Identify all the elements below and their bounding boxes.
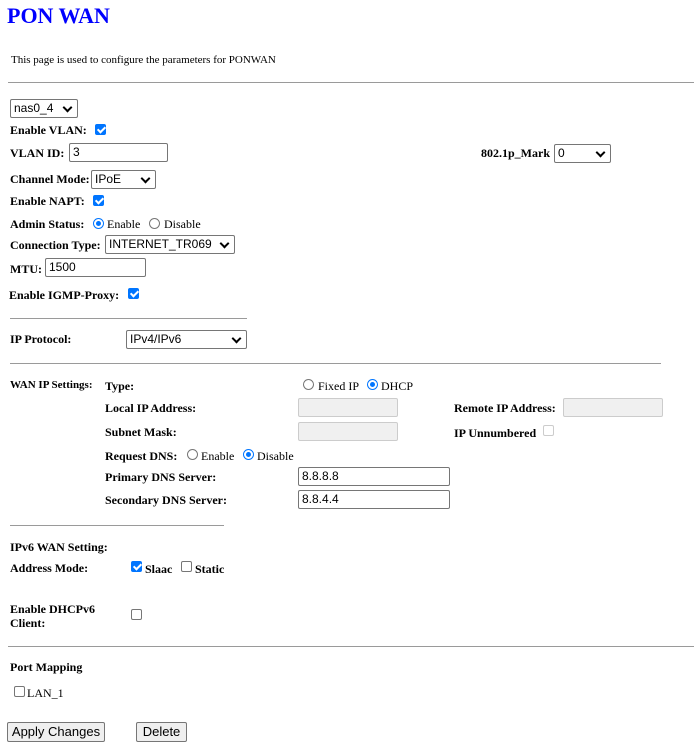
- divider: [8, 82, 694, 83]
- mark-8021p-select[interactable]: 0: [554, 144, 611, 163]
- type-label: Type:: [105, 379, 135, 393]
- dhcpv6-checkbox[interactable]: [131, 609, 142, 620]
- lan1-checkbox[interactable]: [14, 686, 25, 697]
- enable-vlan-checkbox[interactable]: [95, 124, 106, 135]
- divider: [10, 525, 224, 526]
- enable-vlan-label: Enable VLAN:: [10, 123, 87, 137]
- connection-type-value: INTERNET_TR069: [109, 237, 212, 251]
- delete-button[interactable]: Delete: [136, 722, 187, 742]
- ip-protocol-label: IP Protocol:: [10, 332, 72, 346]
- port-mapping-heading: Port Mapping: [10, 660, 83, 674]
- ipv6-wan-heading: IPv6 WAN Setting:: [10, 540, 108, 554]
- ip-protocol-select[interactable]: IPv4/IPv6: [126, 330, 247, 349]
- secondary-dns-input[interactable]: 8.8.4.4: [298, 490, 450, 509]
- slaac-checkbox[interactable]: [131, 561, 142, 572]
- interface-select[interactable]: nas0_4: [10, 99, 78, 118]
- primary-dns-input[interactable]: 8.8.8.8: [298, 467, 450, 486]
- secondary-dns-label: Secondary DNS Server:: [105, 493, 227, 507]
- ip-unnumbered-checkbox[interactable]: [543, 425, 554, 436]
- channel-mode-value: IPoE: [95, 172, 122, 186]
- enable-napt-label: Enable NAPT:: [10, 194, 85, 208]
- interface-select-value: nas0_4: [14, 101, 54, 115]
- mtu-label: MTU:: [10, 262, 42, 276]
- fixed-ip-label: Fixed IP: [318, 379, 360, 393]
- mtu-value: 1500: [49, 260, 76, 274]
- divider: [10, 318, 247, 319]
- remote-ip-label: Remote IP Address:: [454, 401, 556, 415]
- subnet-mask-input[interactable]: [298, 422, 398, 441]
- subnet-mask-label: Subnet Mask:: [105, 425, 177, 439]
- remote-ip-input[interactable]: [563, 398, 663, 417]
- request-dns-enable-radio[interactable]: [187, 449, 198, 460]
- request-dns-label: Request DNS:: [105, 449, 178, 463]
- page-description: This page is used to configure the param…: [11, 54, 276, 66]
- vlan-id-value: 3: [73, 145, 80, 159]
- lan1-label: LAN_1: [27, 686, 64, 700]
- dhcp-label: DHCP: [381, 379, 414, 393]
- apply-changes-button[interactable]: Apply Changes: [7, 722, 105, 742]
- static-label: Static: [195, 562, 225, 576]
- mark-8021p-value: 0: [558, 146, 565, 160]
- ip-unnumbered-label: IP Unnumbered: [454, 426, 537, 440]
- dhcpv6-label-line1: Enable DHCPv6: [10, 602, 96, 616]
- slaac-label: Slaac: [145, 562, 173, 576]
- connection-type-label: Connection Type:: [10, 238, 101, 252]
- ip-protocol-value: IPv4/IPv6: [130, 332, 182, 346]
- request-dns-disable-radio[interactable]: [243, 449, 254, 460]
- divider: [10, 363, 661, 364]
- mark-8021p-label: 802.1p_Mark: [481, 146, 550, 160]
- secondary-dns-value: 8.8.4.4: [302, 492, 339, 506]
- igmp-proxy-label: Enable IGMP-Proxy:: [9, 288, 120, 302]
- fixed-ip-radio[interactable]: [303, 379, 314, 390]
- dhcpv6-label-line2: Client:: [10, 616, 46, 630]
- channel-mode-select[interactable]: IPoE: [91, 170, 156, 189]
- vlan-id-input[interactable]: 3: [69, 143, 168, 162]
- admin-status-disable-label: Disable: [164, 217, 201, 231]
- primary-dns-label: Primary DNS Server:: [105, 470, 217, 484]
- enable-napt-checkbox[interactable]: [93, 195, 104, 206]
- static-checkbox[interactable]: [181, 561, 192, 572]
- divider: [8, 646, 694, 647]
- primary-dns-value: 8.8.8.8: [302, 469, 339, 483]
- vlan-id-label: VLAN ID:: [10, 146, 65, 160]
- admin-status-enable-radio[interactable]: [93, 218, 104, 229]
- admin-status-enable-label: Enable: [107, 217, 141, 231]
- page-title: PON WAN: [7, 3, 110, 28]
- mtu-input[interactable]: 1500: [45, 258, 146, 277]
- channel-mode-label: Channel Mode:: [10, 172, 90, 186]
- connection-type-select[interactable]: INTERNET_TR069: [105, 235, 235, 254]
- admin-status-label: Admin Status:: [10, 217, 85, 231]
- igmp-proxy-checkbox[interactable]: [128, 288, 139, 299]
- dhcp-radio[interactable]: [367, 379, 378, 390]
- request-dns-disable-label: Disable: [257, 449, 294, 463]
- request-dns-enable-label: Enable: [201, 449, 235, 463]
- local-ip-label: Local IP Address:: [105, 401, 197, 415]
- address-mode-label: Address Mode:: [10, 561, 89, 575]
- local-ip-input[interactable]: [298, 398, 398, 417]
- admin-status-disable-radio[interactable]: [149, 218, 160, 229]
- wan-ip-settings-label: WAN IP Settings:: [10, 379, 93, 391]
